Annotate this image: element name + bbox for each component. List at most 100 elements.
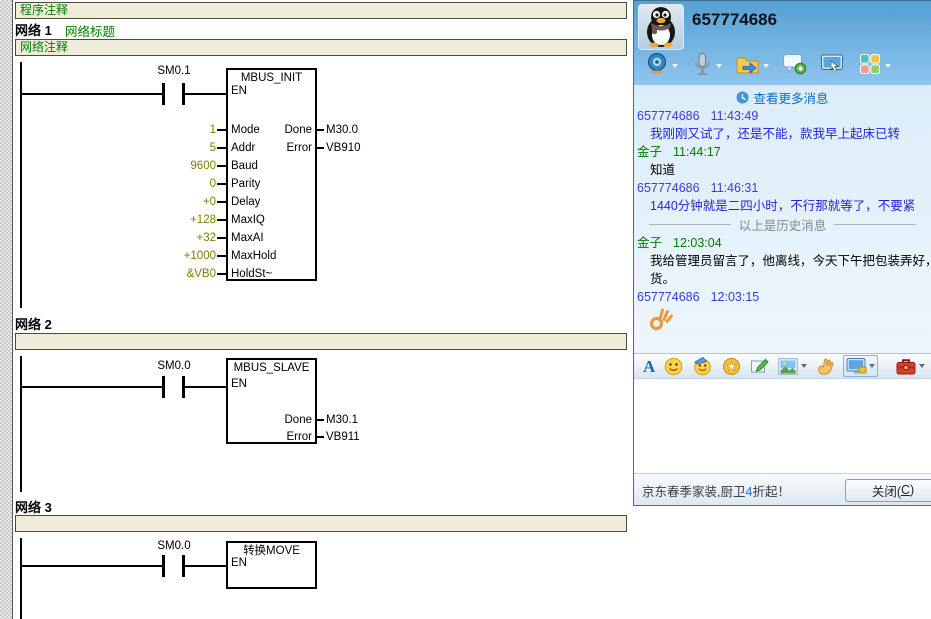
contact-bar[interactable] [162,376,165,398]
output-param-label: Done [230,124,312,137]
contact-bar[interactable] [182,555,185,577]
program-comment-bar[interactable]: 程序注释 [15,2,627,19]
input-value[interactable]: 9600 [130,160,216,173]
input-value[interactable]: +32 [130,232,216,245]
microphone-icon [691,52,713,81]
param-label: MaxHold [231,250,276,263]
remote-desktop-button[interactable] [820,53,845,80]
network-label[interactable]: 网络 3 [15,497,52,516]
penguin-icon [639,5,683,49]
qq-chat-window: 657774686 查看更多消息 65777468611:43:49我刚刚又试了… [633,0,931,506]
microphone-button[interactable] [691,52,722,81]
webcam-button[interactable] [645,52,678,80]
file-transfer-icon [735,53,760,80]
apps-button[interactable] [858,52,891,81]
contact-bar[interactable] [162,555,165,577]
toolbox-button[interactable] [896,358,925,375]
message-header: 金子 12:03:04 [634,234,931,252]
contact-operand[interactable]: SM0.1 [146,65,202,78]
input-value[interactable]: +128 [130,214,216,227]
history-divider-label: 以上是历史消息 [739,215,827,234]
qq-header: 657774686 [634,1,931,85]
chevron-down-icon[interactable] [763,64,769,68]
program-comment-label: 程序注释 [20,3,68,17]
input-value[interactable]: +1000 [130,250,216,263]
message-text: 货。 [634,270,931,288]
input-value[interactable]: &VB0 [130,268,216,281]
network-comment-bar[interactable] [15,515,627,532]
network-label[interactable]: 网络 2 [15,314,52,333]
sender-name: 金子 [637,236,662,250]
webcam-icon [645,52,669,80]
output-operand[interactable]: VB910 [326,142,361,155]
contact-bar[interactable] [162,83,165,105]
contact-bar[interactable] [182,376,185,398]
message-time: 12:03:15 [711,290,760,304]
chevron-down-icon[interactable] [919,364,925,368]
message-input-toolbar: A [634,353,931,379]
ad-link[interactable]: 京东春季家装,厨卫4折起！ [642,481,790,500]
chevron-down-icon[interactable] [869,364,875,368]
view-more-messages-label: 查看更多消息 [753,88,828,107]
qq-avatar[interactable] [638,4,684,50]
input-value[interactable]: 1 [130,124,216,137]
block-en-label: EN [231,557,247,570]
view-more-messages-link[interactable]: 查看更多消息 [634,88,931,107]
network-comment-label: 网络注释 [20,40,68,54]
doodle-icon [816,357,834,376]
divider-line [834,224,916,225]
new-message-button[interactable] [782,52,807,80]
image-icon [778,358,798,375]
remote-demo-button[interactable] [843,355,878,377]
output-operand[interactable]: M30.0 [326,124,358,137]
chevron-down-icon[interactable] [885,64,891,68]
font-button[interactable]: A [643,358,655,375]
param-label: MaxIQ [231,214,265,227]
network-comment-bar[interactable]: 网络注释 [15,39,627,56]
message-text: 我给管理员留言了，他离线，今天下午把包装弄好，发 [634,252,931,270]
image-button[interactable] [778,358,807,375]
qq-account-number: 657774686 [692,10,777,30]
sender-name: 金子 [637,145,662,159]
chat-message-area[interactable]: 查看更多消息 65777468611:43:49我刚刚又试了，还是不能，款我早上… [634,85,931,353]
contact-operand[interactable]: SM0.0 [146,540,202,553]
input-value[interactable]: 0 [130,178,216,191]
message-header: 65777468611:43:49 [634,107,931,125]
close-button[interactable]: 关闭(C) [845,479,931,502]
input-stub [217,129,226,131]
chevron-down-icon[interactable] [672,64,678,68]
shake-window-icon [722,357,741,376]
input-value[interactable]: +0 [130,196,216,209]
contact-operand[interactable]: SM0.0 [146,360,202,373]
power-rail [20,62,22,308]
emoticon-button[interactable] [664,357,683,376]
file-transfer-button[interactable] [735,53,769,80]
toolbox-icon [896,358,916,375]
ad-bar: 京东春季家装,厨卫4折起！ 关闭(C) [634,473,931,506]
sender-name: 657774686 [637,290,700,304]
wire [185,386,226,388]
input-stub [217,273,226,275]
output-stub [315,147,324,149]
output-operand[interactable]: M30.1 [326,414,358,427]
network-comment-bar[interactable] [15,333,627,350]
output-param-label: Done [230,414,312,427]
doodle-button[interactable] [816,357,834,376]
editor-margin-strip [0,0,13,619]
message-text: 我刚刚又试了，还是不能，款我早上起床已转 [634,125,931,143]
network-label[interactable]: 网络 1 [15,20,52,39]
input-stub [217,201,226,203]
screenshot-button[interactable] [750,357,769,376]
chevron-down-icon[interactable] [716,64,722,68]
output-operand[interactable]: VB911 [326,431,360,444]
message-time: 12:03:04 [673,236,722,250]
shake-window-button[interactable] [722,357,741,376]
contact-bar[interactable] [182,83,185,105]
input-value[interactable]: 5 [130,142,216,155]
network-title[interactable]: 网络标题 [65,21,115,40]
sender-name: 657774686 [637,109,700,123]
message-input-area[interactable] [634,379,931,473]
block-en-label: EN [231,378,247,391]
magic-emoticon-button[interactable] [692,356,713,376]
chevron-down-icon[interactable] [801,364,807,368]
